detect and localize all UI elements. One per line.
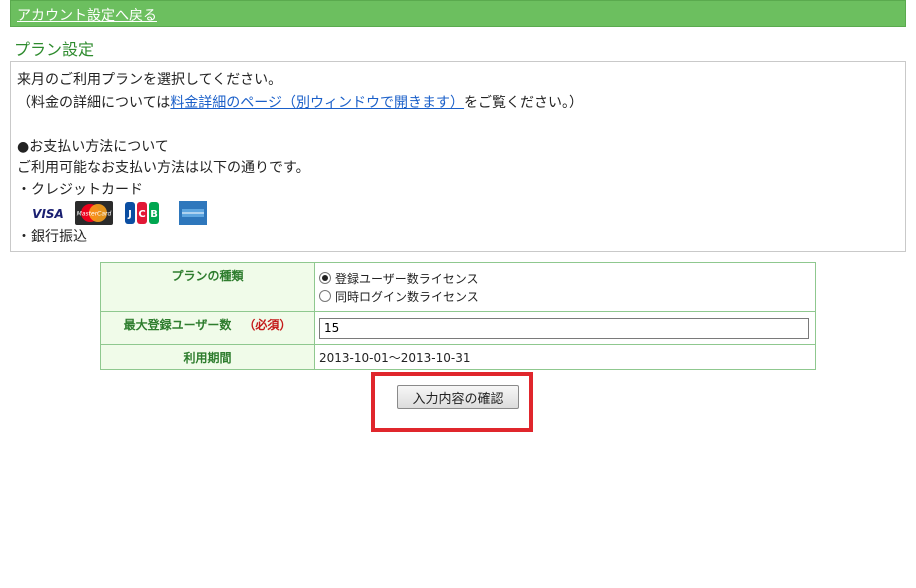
- instruction-text: 来月のご利用プランを選択してください。: [17, 72, 283, 88]
- max-users-row: 最大登録ユーザー数 （必須）: [100, 311, 816, 345]
- confirm-input-button[interactable]: 入力内容の確認: [397, 385, 519, 409]
- radio-selected-icon[interactable]: [319, 272, 331, 284]
- required-marker: （必須）: [243, 318, 292, 332]
- payment-method-credit: ・クレジットカード: [17, 182, 143, 198]
- svg-text:C: C: [138, 209, 145, 220]
- payment-method-bank: ・銀行振込: [17, 229, 87, 245]
- plan-type-label: プランの種類: [100, 262, 315, 312]
- radio-unselected-icon[interactable]: [319, 290, 331, 302]
- plan-type-options: 登録ユーザー数ライセンス 同時ログイン数ライセンス: [314, 262, 816, 312]
- period-row: 利用期間 2013-10-01～2013-10-31: [100, 344, 816, 370]
- max-users-label-text: 最大登録ユーザー数: [123, 318, 232, 332]
- plan-option-concurrent-logins[interactable]: 同時ログイン数ライセンス: [319, 287, 815, 305]
- period-label: 利用期間: [100, 344, 315, 370]
- svg-text:MasterCard: MasterCard: [77, 211, 112, 218]
- plan-form-table: プランの種類 登録ユーザー数ライセンス 同時ログイン数ライセンス 最大登録ユーザ…: [100, 262, 816, 370]
- max-users-label: 最大登録ユーザー数 （必須）: [100, 311, 315, 345]
- svg-text:J: J: [127, 209, 132, 220]
- page-title: プラン設定: [14, 40, 95, 59]
- period-value: 2013-10-01～2013-10-31: [314, 344, 816, 370]
- info-box: 来月のご利用プランを選択してください。 （料金の詳細については料金詳細のページ（…: [10, 61, 906, 252]
- plan-type-row: プランの種類 登録ユーザー数ライセンス 同時ログイン数ライセンス: [100, 262, 816, 312]
- top-bar: アカウント設定へ戻る: [10, 0, 906, 27]
- max-users-input[interactable]: [319, 317, 809, 339]
- payment-heading: ●お支払い方法について: [17, 139, 169, 155]
- svg-text:VISA: VISA: [32, 207, 64, 221]
- mastercard-card-icon: MasterCard: [75, 201, 113, 225]
- visa-card-icon: VISA: [31, 201, 65, 225]
- back-to-account-settings-link[interactable]: アカウント設定へ戻る: [17, 5, 157, 25]
- pricing-details-link[interactable]: 料金詳細のページ（別ウィンドウで開きます）: [170, 95, 464, 111]
- pricing-note-prefix: （料金の詳細については: [17, 95, 171, 111]
- payment-description: ご利用可能なお支払い方法は以下の通りです。: [17, 160, 310, 176]
- jcb-card-icon: J C B: [123, 201, 161, 225]
- amex-card-icon: [175, 201, 211, 225]
- pricing-note-suffix: をご覧ください。）: [464, 95, 584, 111]
- pricing-note: （料金の詳細については料金詳細のページ（別ウィンドウで開きます）をご覧ください。…: [17, 92, 583, 112]
- plan-option-registered-users[interactable]: 登録ユーザー数ライセンス: [319, 269, 815, 287]
- svg-text:B: B: [150, 209, 158, 220]
- plan-option-label: 登録ユーザー数ライセンス: [335, 271, 479, 286]
- plan-option-label: 同時ログイン数ライセンス: [335, 289, 479, 304]
